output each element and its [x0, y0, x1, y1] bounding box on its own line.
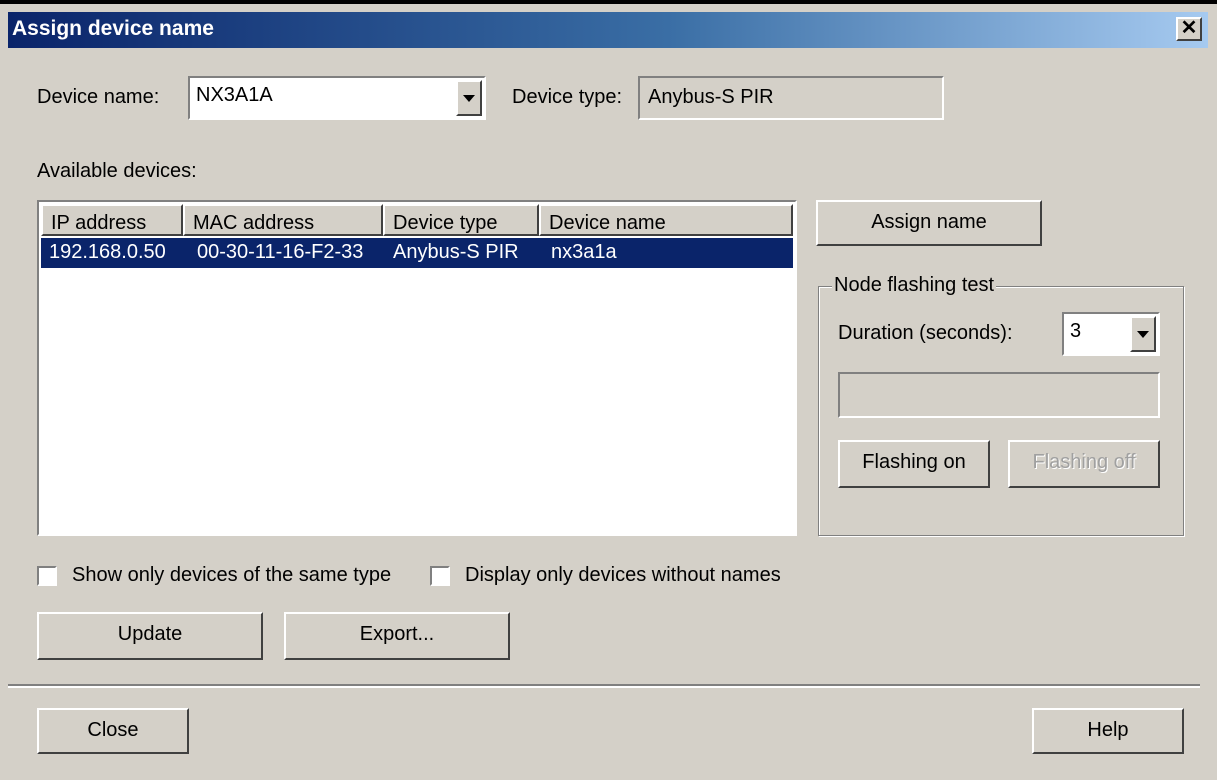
cell-device-name: nx3a1a	[551, 241, 617, 263]
update-label: Update	[117, 623, 183, 645]
device-name-value: NX3A1A	[196, 84, 273, 106]
top-border	[0, 0, 1217, 4]
cell-device-type: Anybus-S PIR	[393, 241, 519, 263]
assign-device-name-dialog: Assign device name ✕ Device name: NX3A1A…	[0, 0, 1217, 780]
footer-separator	[8, 684, 1200, 688]
device-name-dropdown-button[interactable]	[456, 80, 482, 116]
flashing-on-button[interactable]: Flashing on	[838, 440, 990, 488]
device-name-combobox[interactable]: NX3A1A	[188, 76, 486, 120]
column-header-ip[interactable]: IP address	[41, 204, 183, 236]
assign-name-button[interactable]: Assign name	[816, 200, 1042, 246]
export-button[interactable]: Export...	[284, 612, 510, 660]
flashing-on-label: Flashing on	[862, 451, 966, 473]
duration-dropdown-button[interactable]	[1130, 316, 1156, 352]
node-flashing-label: Node flashing test	[832, 274, 997, 297]
without-names-checkbox[interactable]	[430, 566, 450, 586]
duration-label: Duration (seconds):	[838, 322, 1013, 344]
device-type-field: Anybus-S PIR	[638, 76, 944, 120]
export-label: Export...	[359, 623, 435, 645]
same-type-checkbox[interactable]	[37, 566, 57, 586]
device-name-label: Device name:	[37, 86, 160, 108]
flashing-off-label: Flashing off	[1032, 451, 1136, 473]
close-button[interactable]: Close	[37, 708, 189, 754]
close-label: Close	[87, 719, 139, 741]
help-button[interactable]: Help	[1032, 708, 1184, 754]
close-window-button[interactable]: ✕	[1176, 17, 1202, 41]
chevron-down-icon	[1137, 331, 1149, 338]
close-icon: ✕	[1180, 17, 1198, 39]
flashing-progress-bar	[838, 372, 1160, 418]
duration-value: 3	[1070, 320, 1082, 342]
title-bar[interactable]: Assign device name ✕	[8, 12, 1208, 48]
cell-ip: 192.168.0.50	[49, 241, 166, 263]
column-header-mac[interactable]: MAC address	[183, 204, 383, 236]
table-row[interactable]: 192.168.0.50 00-30-11-16-F2-33 Anybus-S …	[41, 238, 793, 268]
help-label: Help	[1087, 719, 1129, 741]
devices-list[interactable]: IP address MAC address Device type Devic…	[37, 200, 797, 536]
device-type-label: Device type:	[512, 86, 623, 108]
flashing-off-button: Flashing off	[1008, 440, 1160, 488]
without-names-label: Display only devices without names	[465, 564, 781, 586]
duration-select[interactable]: 3	[1062, 312, 1160, 356]
same-type-label: Show only devices of the same type	[72, 564, 392, 586]
update-button[interactable]: Update	[37, 612, 263, 660]
chevron-down-icon	[463, 95, 475, 102]
assign-name-label: Assign name	[871, 211, 987, 233]
device-type-value: Anybus-S PIR	[648, 86, 774, 108]
window-title: Assign device name	[12, 17, 214, 40]
cell-mac: 00-30-11-16-F2-33	[197, 241, 364, 263]
column-header-device-name[interactable]: Device name	[539, 204, 793, 236]
column-header-device-type[interactable]: Device type	[383, 204, 539, 236]
available-devices-label: Available devices:	[37, 160, 197, 182]
